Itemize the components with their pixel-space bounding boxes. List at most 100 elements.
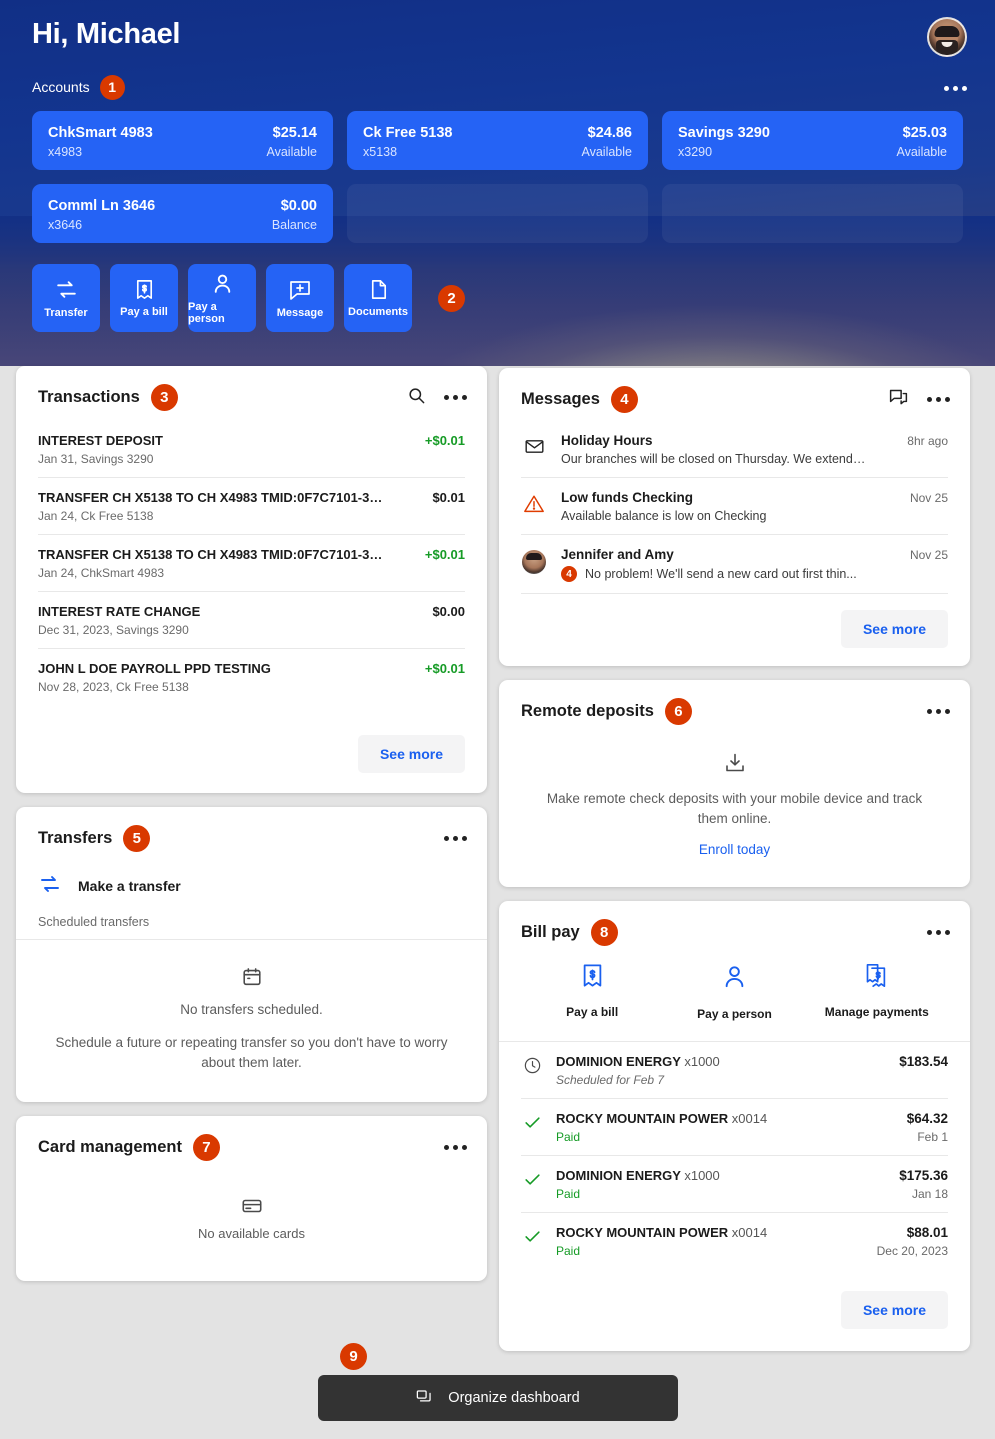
transactions-overflow-menu-button[interactable]: [444, 395, 467, 400]
check-icon: [521, 1111, 543, 1132]
quick-action-label: Pay a bill: [120, 306, 168, 318]
card-management-empty-text: No available cards: [198, 1226, 305, 1242]
account-amount: $24.86: [587, 125, 632, 141]
bill-pay-payments-list: DOMINION ENERGY x1000 Scheduled for Feb …: [499, 1042, 970, 1269]
messages-overflow-menu-button[interactable]: [927, 397, 950, 402]
account-amount-label: Available: [581, 144, 632, 159]
accounts-overflow-menu-button[interactable]: [944, 86, 967, 91]
message-title: Holiday Hours: [561, 433, 653, 448]
make-a-transfer-button[interactable]: Make a transfer: [16, 852, 487, 899]
transfers-overflow-menu-button[interactable]: [444, 836, 467, 841]
account-amount-label: Balance: [271, 217, 317, 232]
bill-payment-row[interactable]: DOMINION ENERGY x1000 Paid $175.36 Jan 1…: [521, 1156, 948, 1214]
bill-payment-row[interactable]: ROCKY MOUNTAIN POWER x0014 Paid $88.01 D…: [521, 1213, 948, 1269]
account-mask: x3290: [678, 144, 713, 159]
payment-amount: $88.01: [906, 1225, 948, 1241]
search-icon[interactable]: [407, 386, 426, 410]
payment-status: Scheduled for Feb 7: [556, 1073, 665, 1088]
bill-pay-action-pay-a-bill[interactable]: Pay a bill: [521, 962, 663, 1021]
account-amount-label: Available: [896, 144, 947, 159]
account-name: Ck Free 5138: [363, 125, 453, 141]
messages-card: Messages 4 Holiday Hours 8hr ago Our bra…: [499, 368, 970, 666]
warning-icon: [521, 490, 547, 515]
transfer-icon: [38, 872, 62, 899]
payee-mask: x0014: [731, 1111, 768, 1127]
payee-name: ROCKY MOUNTAIN POWER: [556, 1111, 729, 1127]
bill-payment-row[interactable]: ROCKY MOUNTAIN POWER x0014 Paid $64.32 F…: [521, 1099, 948, 1157]
transfers-title: Transfers: [38, 829, 113, 847]
account-name: ChkSmart 4983: [48, 125, 153, 141]
account-mask: x5138: [363, 144, 398, 159]
account-tile[interactable]: ChkSmart 4983 x4983 $25.14 Available: [32, 111, 333, 170]
message-row[interactable]: Low funds Checking Nov 25 Available bala…: [521, 478, 948, 535]
marker-badge-5: 5: [123, 825, 151, 852]
payment-amount: $183.54: [899, 1054, 948, 1070]
bill-pay-action-pay-a-person[interactable]: Pay a person: [663, 962, 805, 1021]
messages-see-more-button[interactable]: See more: [840, 610, 948, 648]
bill-pay-action-label: Pay a person: [697, 1007, 772, 1022]
transfers-card: Transfers 5 Make a transfer Scheduled tr…: [16, 807, 487, 1103]
transaction-row[interactable]: TRANSFER CH X5138 TO CH X4983 TMID:0F7C7…: [38, 478, 465, 535]
payment-amount: $175.36: [899, 1168, 948, 1184]
new-message-icon[interactable]: [888, 387, 909, 413]
bill-pay-action-manage-payments[interactable]: Manage payments: [806, 962, 948, 1021]
transaction-amount: $0.01: [432, 490, 465, 505]
transaction-row[interactable]: INTEREST DEPOSIT Jan 31, Savings 3290 +$…: [38, 421, 465, 478]
page-title: Hi, Michael: [32, 18, 181, 50]
transactions-list: INTEREST DEPOSIT Jan 31, Savings 3290 +$…: [16, 421, 487, 705]
transaction-row[interactable]: TRANSFER CH X5138 TO CH X4983 TMID:0F7C7…: [38, 535, 465, 592]
remote-deposits-empty-state: Make remote check deposits with your mob…: [499, 725, 970, 887]
marker-badge-4: 4: [610, 386, 638, 413]
clock-icon: [521, 1054, 543, 1075]
remote-deposits-card: Remote deposits 6 Make remote check depo…: [499, 680, 970, 888]
payee-mask: x1000: [684, 1054, 720, 1070]
organize-dashboard-button[interactable]: Organize dashboard: [317, 1375, 678, 1421]
envelope-icon: [521, 433, 547, 457]
card-management-card: Card management 7 No available cards: [16, 1116, 487, 1282]
message-title: Jennifer and Amy: [561, 547, 674, 562]
transactions-see-more-button[interactable]: See more: [357, 735, 465, 773]
message-row[interactable]: Holiday Hours 8hr ago Our branches will …: [521, 421, 948, 478]
transaction-meta: Dec 31, 2023, Savings 3290: [38, 623, 189, 637]
bill-pay-see-more-button[interactable]: See more: [840, 1291, 948, 1330]
transaction-row[interactable]: INTEREST RATE CHANGE Dec 31, 2023, Savin…: [38, 592, 465, 649]
enroll-today-link[interactable]: Enroll today: [499, 842, 970, 857]
transaction-amount: +$0.01: [424, 433, 465, 448]
transfer-icon: [54, 277, 79, 302]
quick-action-label: Pay a person: [188, 301, 225, 325]
quick-action-documents[interactable]: Documents: [344, 264, 412, 332]
quick-action-message[interactable]: Message: [266, 264, 334, 332]
bill-pay-overflow-menu-button[interactable]: [927, 930, 950, 936]
deposit-download-icon: [499, 751, 970, 775]
account-tile[interactable]: Ck Free 5138 x5138 $24.86 Available: [347, 111, 648, 170]
marker-badge-6: 6: [664, 698, 692, 725]
user-avatar[interactable]: [927, 17, 967, 57]
account-tile[interactable]: Comml Ln 3646 x3646 $0.00 Balance: [32, 184, 333, 243]
message-preview: No problem! We'll send a new card out fi…: [585, 567, 857, 581]
quick-action-pay-a-bill[interactable]: Pay a bill: [110, 264, 178, 332]
organize-dashboard-area: 9 Organize dashboard: [0, 1343, 995, 1421]
right-column: Messages 4 Holiday Hours 8hr ago Our bra…: [499, 366, 970, 1352]
organize-windows-icon: [415, 1387, 434, 1410]
account-tile[interactable]: Savings 3290 x3290 $25.03 Available: [662, 111, 963, 170]
bill-payment-row[interactable]: DOMINION ENERGY x1000 Scheduled for Feb …: [521, 1042, 948, 1100]
message-row[interactable]: Jennifer and Amy Nov 25 4 No problem! We…: [521, 535, 948, 594]
account-name: Comml Ln 3646: [48, 198, 156, 214]
quick-action-transfer[interactable]: Transfer: [32, 264, 100, 332]
transaction-meta: Jan 24, ChkSmart 4983: [38, 566, 165, 580]
remote-deposits-title: Remote deposits: [521, 702, 654, 720]
transaction-amount: $0.00: [432, 604, 465, 619]
card-management-empty-state: No available cards: [16, 1161, 487, 1281]
transaction-name: JOHN L DOE PAYROLL PPD TESTING: [38, 661, 271, 676]
quick-action-pay-a-person[interactable]: Pay a person: [188, 264, 256, 332]
person-icon: [720, 962, 749, 996]
calendar-icon: [46, 966, 457, 988]
bill-pay-title: Bill pay: [521, 923, 580, 942]
marker-badge-2: 2: [438, 284, 465, 312]
messages-title: Messages: [521, 390, 600, 408]
card-management-overflow-menu-button[interactable]: [444, 1145, 467, 1151]
dashboard-main: Transactions 3 INTEREST DEPOSIT Jan 31, …: [0, 366, 995, 1439]
account-mask: x4983: [48, 144, 83, 159]
remote-deposits-overflow-menu-button[interactable]: [927, 709, 950, 714]
transaction-row[interactable]: JOHN L DOE PAYROLL PPD TESTING Nov 28, 2…: [38, 649, 465, 705]
